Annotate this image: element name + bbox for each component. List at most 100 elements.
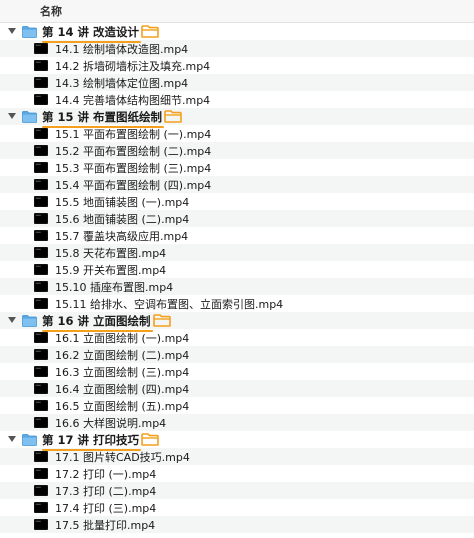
file-row[interactable]: 16.1 立面图绘制 (一).mp4 [0,329,474,346]
file-name: 17.4 打印 (三).mp4 [55,501,157,515]
video-file-icon [34,468,48,479]
folder-icon [22,433,37,446]
folder-title-text: 第 15 讲 布置图纸绘制 [42,109,163,124]
file-row[interactable]: 14.3 绘制墙体定位图.mp4 [0,74,474,91]
file-name: 16.2 立面图绘制 (二).mp4 [55,348,190,362]
file-name: 15.11 给排水、空调布置图、立面索引图.mp4 [55,297,284,311]
file-name: 15.8 天花布置图.mp4 [55,246,167,260]
video-file-icon [34,451,48,462]
file-row[interactable]: 15.10 插座布置图.mp4 [0,278,474,295]
file-name: 17.3 打印 (二).mp4 [55,484,157,498]
folder-icon [22,110,37,123]
video-file-icon [34,43,48,54]
file-row[interactable]: 16.5 立面图绘制 (五).mp4 [0,397,474,414]
file-row[interactable]: 15.3 平面布置图绘制 (三).mp4 [0,159,474,176]
folder-title-text: 第 17 讲 打印技巧 [42,432,140,447]
orange-folder-icon [152,314,171,327]
folder-title-text: 第 16 讲 立面图绘制 [42,313,151,328]
video-file-icon [34,94,48,105]
file-name: 16.4 立面图绘制 (四).mp4 [55,382,190,396]
file-name: 15.7 覆盖块高级应用.mp4 [55,229,189,243]
file-name: 17.1 图片转CAD技巧.mp4 [55,450,190,464]
orange-folder-icon [141,433,159,446]
file-row[interactable]: 14.4 完善墙体结构图细节.mp4 [0,91,474,108]
video-file-icon [34,247,48,258]
video-file-icon [34,417,48,428]
orange-folder-icon [141,25,159,38]
file-row[interactable]: 16.6 大样图说明.mp4 [0,414,474,431]
file-list: 第 14 讲 改造设计 14.1 绘制墙体改造图.mp4 14.2 拆墙砌墙标注及填… [0,23,474,533]
file-row[interactable]: 15.2 平面布置图绘制 (二).mp4 [0,142,474,159]
video-file-icon [34,383,48,394]
file-row[interactable]: 17.4 打印 (三).mp4 [0,499,474,516]
video-file-icon [34,213,48,224]
orange-folder-icon [164,110,182,123]
chevron-down-icon[interactable] [8,28,16,36]
folder-title: 第 14 讲 改造设计 [42,24,142,43]
video-file-icon [34,332,48,343]
highlight-underline [42,448,142,451]
folder-row-3[interactable]: 第 16 讲 立面图绘制 [0,312,474,332]
file-row[interactable]: 17.2 打印 (一).mp4 [0,465,474,482]
file-row[interactable]: 15.7 覆盖块高级应用.mp4 [0,227,474,244]
file-row[interactable]: 17.5 批量打印.mp4 [0,516,474,533]
video-file-icon [34,196,48,207]
file-name: 17.5 批量打印.mp4 [55,518,156,532]
file-name: 16.1 立面图绘制 (一).mp4 [55,331,190,345]
file-row[interactable]: 15.6 地面铺装图 (二).mp4 [0,210,474,227]
chevron-down-icon[interactable] [8,436,16,444]
file-name: 14.3 绘制墙体定位图.mp4 [55,76,189,90]
folder-title-text: 第 14 讲 改造设计 [42,24,140,39]
file-row[interactable]: 15.11 给排水、空调布置图、立面索引图.mp4 [0,295,474,312]
video-file-icon [34,128,48,139]
file-row[interactable]: 16.2 立面图绘制 (二).mp4 [0,346,474,363]
file-name: 15.9 开关布置图.mp4 [55,263,167,277]
highlight-underline [42,40,142,43]
file-name: 16.6 大样图说明.mp4 [55,416,167,430]
file-name: 16.3 立面图绘制 (三).mp4 [55,365,190,379]
video-file-icon [34,485,48,496]
file-name: 14.1 绘制墙体改造图.mp4 [55,42,189,56]
video-file-icon [34,298,48,309]
file-name: 15.4 平面布置图绘制 (四).mp4 [55,178,212,192]
file-row[interactable]: 14.2 拆墙砌墙标注及填充.mp4 [0,57,474,74]
highlight-underline [42,125,165,128]
file-name: 15.6 地面铺装图 (二).mp4 [55,212,190,226]
file-name: 15.2 平面布置图绘制 (二).mp4 [55,144,212,158]
highlight-underline [42,329,153,332]
video-file-icon [34,366,48,377]
video-file-icon [34,400,48,411]
folder-row-2[interactable]: 第 15 讲 布置图纸绘制 [0,108,474,128]
folder-row-4[interactable]: 第 17 讲 打印技巧 [0,431,474,451]
file-row[interactable]: 16.4 立面图绘制 (四).mp4 [0,380,474,397]
file-name: 15.3 平面布置图绘制 (三).mp4 [55,161,212,175]
file-row[interactable]: 17.1 图片转CAD技巧.mp4 [0,448,474,465]
video-file-icon [34,281,48,292]
folder-title: 第 16 讲 立面图绘制 [42,313,153,332]
video-file-icon [34,77,48,88]
folder-title: 第 17 讲 打印技巧 [42,432,142,451]
file-row[interactable]: 14.1 绘制墙体改造图.mp4 [0,40,474,57]
file-row[interactable]: 17.3 打印 (二).mp4 [0,482,474,499]
file-row[interactable]: 15.4 平面布置图绘制 (四).mp4 [0,176,474,193]
chevron-down-icon[interactable] [8,113,16,121]
file-name: 14.2 拆墙砌墙标注及填充.mp4 [55,59,211,73]
file-row[interactable]: 15.9 开关布置图.mp4 [0,261,474,278]
video-file-icon [34,264,48,275]
video-file-icon [34,230,48,241]
video-file-icon [34,60,48,71]
file-row[interactable]: 16.3 立面图绘制 (三).mp4 [0,363,474,380]
file-row[interactable]: 15.5 地面铺装图 (一).mp4 [0,193,474,210]
file-row[interactable]: 15.1 平面布置图绘制 (一).mp4 [0,125,474,142]
video-file-icon [34,162,48,173]
folder-row-1[interactable]: 第 14 讲 改造设计 [0,23,474,43]
column-header-label: 名称 [40,5,62,18]
file-row[interactable]: 15.8 天花布置图.mp4 [0,244,474,261]
column-header-name[interactable]: 名称 [0,0,474,23]
video-file-icon [34,179,48,190]
chevron-down-icon[interactable] [8,317,16,325]
file-name: 15.5 地面铺装图 (一).mp4 [55,195,190,209]
file-name: 17.2 打印 (一).mp4 [55,467,157,481]
file-name: 15.10 插座布置图.mp4 [55,280,174,294]
file-name: 16.5 立面图绘制 (五).mp4 [55,399,190,413]
